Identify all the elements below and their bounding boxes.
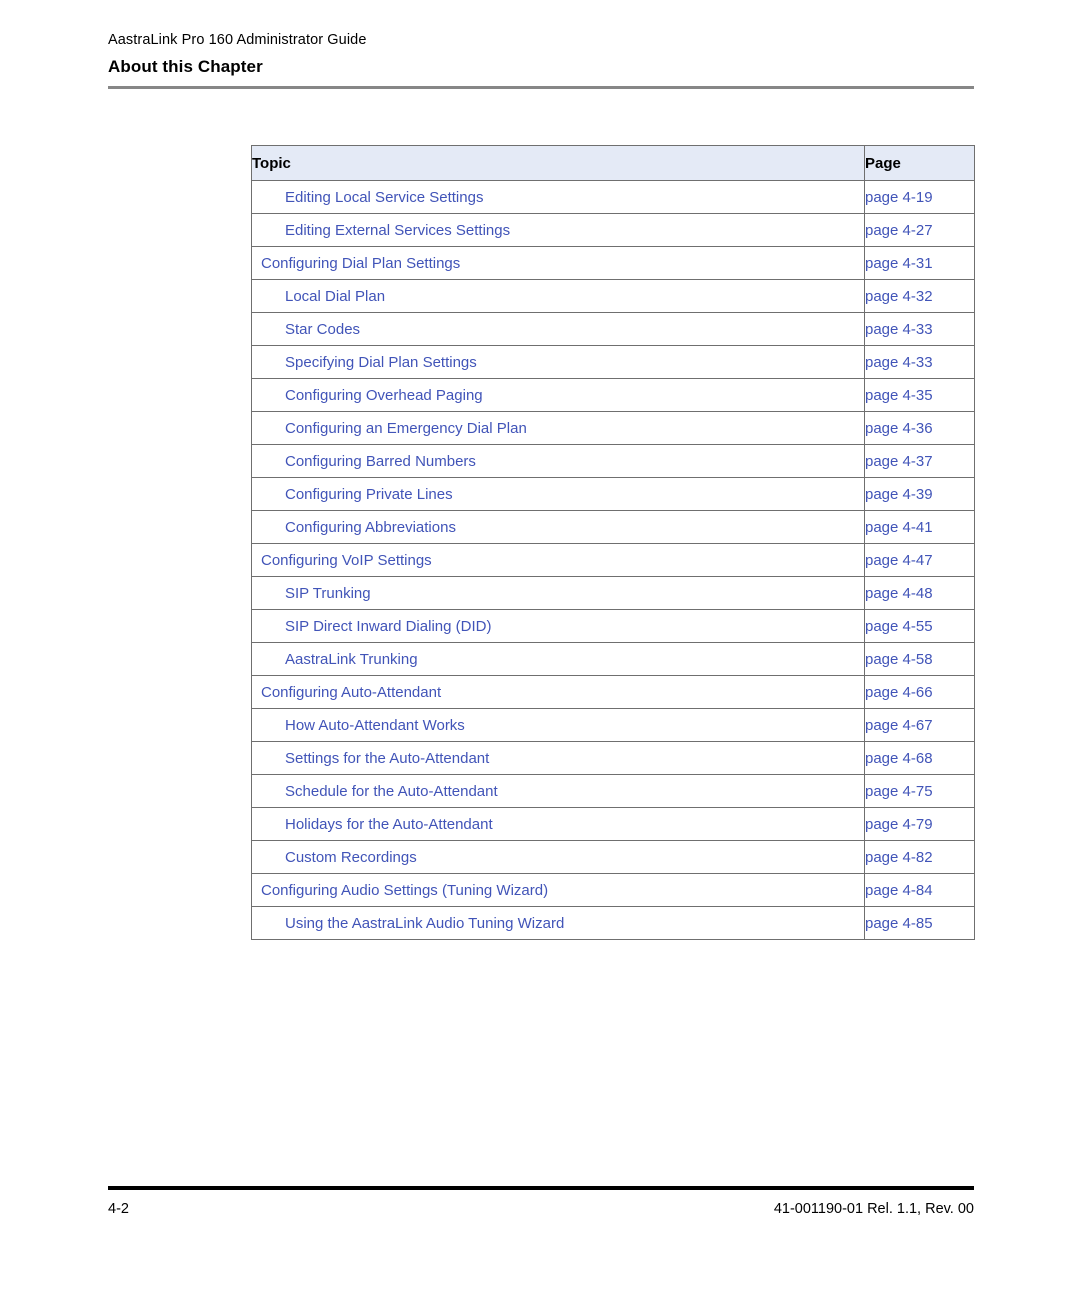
toc-topic-link[interactable]: How Auto-Attendant Works [251, 708, 865, 742]
toc-page-link[interactable]: page 4-79 [864, 807, 975, 841]
toc-row: Specifying Dial Plan Settings page 4-33 [251, 345, 975, 379]
toc-table: Topic Page Editing Local Service Setting… [251, 145, 975, 940]
toc-row: AastraLink Trunking page 4-58 [251, 642, 975, 676]
toc-topic-link[interactable]: Configuring Abbreviations [251, 510, 865, 544]
page-header: AastraLink Pro 160 Administrator Guide A… [108, 30, 974, 89]
toc-page-link[interactable]: page 4-33 [864, 345, 975, 379]
toc-page-link[interactable]: page 4-36 [864, 411, 975, 445]
toc-topic-link[interactable]: Configuring an Emergency Dial Plan [251, 411, 865, 445]
toc-topic-link[interactable]: Settings for the Auto-Attendant [251, 741, 865, 775]
toc-row: Settings for the Auto-Attendant page 4-68 [251, 741, 975, 775]
toc-row: Configuring Overhead Paging page 4-35 [251, 378, 975, 412]
toc-topic-link[interactable]: Using the AastraLink Audio Tuning Wizard [251, 906, 865, 940]
toc-row: Configuring Auto-Attendant page 4-66 [251, 675, 975, 709]
toc-topic-link[interactable]: Configuring Barred Numbers [251, 444, 865, 478]
footer-divider [108, 1186, 974, 1190]
toc-row: Configuring VoIP Settings page 4-47 [251, 543, 975, 577]
toc-row: Holidays for the Auto-Attendant page 4-79 [251, 807, 975, 841]
toc-page-link[interactable]: page 4-31 [864, 246, 975, 280]
toc-topic-link[interactable]: Custom Recordings [251, 840, 865, 874]
toc-topic-link[interactable]: Schedule for the Auto-Attendant [251, 774, 865, 808]
toc-page-link[interactable]: page 4-66 [864, 675, 975, 709]
toc-row: Using the AastraLink Audio Tuning Wizard… [251, 906, 975, 940]
toc-row: How Auto-Attendant Works page 4-67 [251, 708, 975, 742]
toc-topic-link[interactable]: Configuring Overhead Paging [251, 378, 865, 412]
toc-page-link[interactable]: page 4-41 [864, 510, 975, 544]
toc-page-link[interactable]: page 4-67 [864, 708, 975, 742]
toc-page-link[interactable]: page 4-84 [864, 873, 975, 907]
toc-topic-link[interactable]: SIP Direct Inward Dialing (DID) [251, 609, 865, 643]
toc-page-link[interactable]: page 4-48 [864, 576, 975, 610]
footer-page-number: 4-2 [108, 1201, 129, 1217]
toc-header-row: Topic Page [251, 145, 975, 181]
toc-row: Configuring Abbreviations page 4-41 [251, 510, 975, 544]
toc-page-link[interactable]: page 4-55 [864, 609, 975, 643]
toc-row: Configuring Barred Numbers page 4-37 [251, 444, 975, 478]
toc-page-link[interactable]: page 4-39 [864, 477, 975, 511]
footer-document-id: 41-001190-01 Rel. 1.1, Rev. 00 [773, 1201, 974, 1217]
toc-topic-link[interactable]: Specifying Dial Plan Settings [251, 345, 865, 379]
toc-row: Schedule for the Auto-Attendant page 4-75 [251, 774, 975, 808]
chapter-title: About this Chapter [108, 57, 263, 76]
column-header-topic: Topic [251, 145, 865, 181]
toc-page-link[interactable]: page 4-82 [864, 840, 975, 874]
toc-page-link[interactable]: page 4-85 [864, 906, 975, 940]
toc-row: SIP Trunking page 4-48 [251, 576, 975, 610]
toc-topic-link[interactable]: SIP Trunking [251, 576, 865, 610]
toc-row: Configuring Audio Settings (Tuning Wizar… [251, 873, 975, 907]
toc-row: Star Codes page 4-33 [251, 312, 975, 346]
running-title: AastraLink Pro 160 Administrator Guide [108, 32, 367, 48]
toc-row: Custom Recordings page 4-82 [251, 840, 975, 874]
toc-page-link[interactable]: page 4-37 [864, 444, 975, 478]
toc-table-container: Topic Page Editing Local Service Setting… [251, 145, 975, 940]
toc-page-link[interactable]: page 4-33 [864, 312, 975, 346]
toc-page-link[interactable]: page 4-47 [864, 543, 975, 577]
toc-topic-link[interactable]: Configuring VoIP Settings [251, 543, 865, 577]
toc-row: Local Dial Plan page 4-32 [251, 279, 975, 313]
toc-row: SIP Direct Inward Dialing (DID) page 4-55 [251, 609, 975, 643]
page-footer: 4-2 41-001190-01 Rel. 1.1, Rev. 00 [108, 1186, 974, 1219]
toc-topic-link[interactable]: Configuring Audio Settings (Tuning Wizar… [251, 873, 865, 907]
toc-topic-link[interactable]: Configuring Private Lines [251, 477, 865, 511]
toc-topic-link[interactable]: AastraLink Trunking [251, 642, 865, 676]
toc-table-head: Topic Page [251, 145, 975, 181]
toc-row: Editing Local Service Settings page 4-19 [251, 180, 975, 214]
toc-topic-link[interactable]: Configuring Dial Plan Settings [251, 246, 865, 280]
toc-topic-link[interactable]: Editing External Services Settings [251, 213, 865, 247]
toc-table-body: Editing Local Service Settings page 4-19 E… [251, 180, 975, 940]
toc-row: Editing External Services Settings page 4… [251, 213, 975, 247]
toc-topic-link[interactable]: Holidays for the Auto-Attendant [251, 807, 865, 841]
toc-topic-link[interactable]: Star Codes [251, 312, 865, 346]
toc-topic-link[interactable]: Local Dial Plan [251, 279, 865, 313]
document-page: AastraLink Pro 160 Administrator Guide A… [0, 0, 1080, 1296]
toc-page-link[interactable]: page 4-68 [864, 741, 975, 775]
toc-row: Configuring Dial Plan Settings page 4-31 [251, 246, 975, 280]
header-divider [108, 86, 974, 89]
toc-page-link[interactable]: page 4-58 [864, 642, 975, 676]
toc-topic-link[interactable]: Configuring Auto-Attendant [251, 675, 865, 709]
toc-topic-link[interactable]: Editing Local Service Settings [251, 180, 865, 214]
toc-row: Configuring an Emergency Dial Plan page 4… [251, 411, 975, 445]
footer-row: 4-2 41-001190-01 Rel. 1.1, Rev. 00 [108, 1199, 974, 1219]
toc-page-link[interactable]: page 4-35 [864, 378, 975, 412]
column-header-page: Page [864, 145, 975, 181]
toc-page-link[interactable]: page 4-27 [864, 213, 975, 247]
toc-page-link[interactable]: page 4-75 [864, 774, 975, 808]
toc-row: Configuring Private Lines page 4-39 [251, 477, 975, 511]
toc-page-link[interactable]: page 4-19 [864, 180, 975, 214]
toc-page-link[interactable]: page 4-32 [864, 279, 975, 313]
